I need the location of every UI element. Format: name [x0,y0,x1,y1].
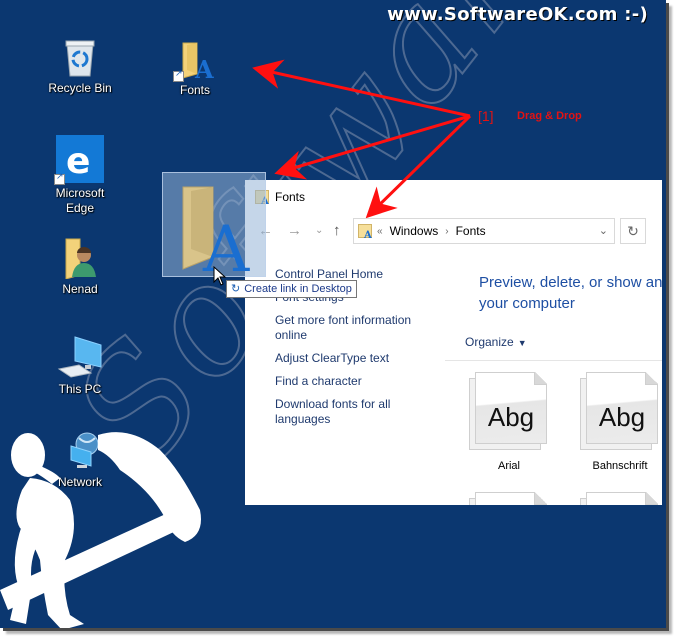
font-preview-icon: Abg [580,372,660,450]
page-headline-line2: your computer [479,295,575,312]
organize-menu-button[interactable]: Organize ▼ [465,335,527,349]
shortcut-arrow-icon [173,69,184,82]
drag-tooltip: ↻ Create link in Desktop [226,280,357,298]
font-preview-icon [580,492,660,505]
page-headline: Preview, delete, or show an [479,274,662,291]
fonts-folder-icon: A [182,186,250,287]
desktop-icon-label: Microsoft Edge [55,186,105,215]
breadcrumb-separator-icon[interactable]: › [445,226,448,237]
desktop: SoftwareOK.com www.SoftwareOK.com :-) Re… [0,0,666,628]
desktop-icon-nenad[interactable]: Nenad [42,237,118,297]
link-icon: ↻ [231,283,241,295]
font-item-partial[interactable] [574,492,662,505]
organize-label: Organize [465,335,514,349]
font-name: Bahnschrift [592,460,648,472]
svg-text:A: A [194,55,214,80]
mascot-hammer-illustration [0,432,201,628]
font-sample: Abg [487,402,535,432]
recent-locations-chevron-icon[interactable]: ⌄ [315,225,323,236]
svg-text:e: e [66,141,90,182]
computer-icon [57,336,102,378]
up-arrow-icon[interactable]: ↑ [333,222,341,239]
desktop-icon-recycle-bin[interactable]: Recycle Bin [42,38,118,96]
address-bar[interactable]: A « Windows › Fonts ⌄ [353,218,615,244]
user-folder-icon [65,238,96,279]
font-sample: Abg [598,402,646,432]
link-font-information-online[interactable]: Get more font information online [275,313,445,343]
fonts-explorer-window: A Fonts ← → ⌄ ↑ A « Windows › Fonts ⌄ ↻ [245,180,662,505]
breadcrumb-windows[interactable]: Windows [390,224,439,238]
desktop-icon-label: Fonts [179,83,210,97]
font-item-bahnschrift[interactable]: Abg Bahnschrift [574,372,662,472]
forward-arrow-icon[interactable]: → [287,222,302,239]
font-item-partial[interactable] [463,492,555,505]
address-dropdown-chevron-icon[interactable]: ⌄ [599,224,608,237]
refresh-icon: ↻ [627,223,639,239]
mouse-cursor-icon [213,266,227,286]
caret-down-icon: ▼ [517,338,527,348]
desktop-icon-label: Recycle Bin [48,81,112,95]
shortcut-arrow-icon [54,172,65,185]
annotation-marker: [1] [478,108,494,124]
font-preview-icon: Abg [469,372,549,450]
desktop-icon-label: This PC [58,382,102,396]
navigation-bar: ← → ⌄ ↑ A « Windows › Fonts ⌄ ↻ [245,218,662,244]
desktop-icon-fonts[interactable]: A Fonts [157,40,233,98]
toolbar-divider [445,360,662,361]
edge-icon: e [54,135,104,185]
desktop-icon-microsoft-edge[interactable]: e Microsoft Edge [42,135,118,216]
site-banner: www.SoftwareOK.com :-) [387,4,648,25]
tooltip-text: Create link in Desktop [244,283,352,295]
annotation-text: Drag & Drop [517,110,582,122]
font-item-arial[interactable]: Abg Arial [463,372,555,472]
link-adjust-cleartype[interactable]: Adjust ClearType text [275,351,445,366]
refresh-button[interactable]: ↻ [620,218,646,244]
arrow-to-drag-ghost [274,114,471,180]
breadcrumb-fonts[interactable]: Fonts [456,224,486,238]
window-title: Fonts [275,190,306,204]
fonts-folder-icon: A [358,224,372,238]
link-find-character[interactable]: Find a character [275,374,445,389]
drag-ghost-fonts-folder[interactable]: A [162,172,266,287]
font-preview-icon [469,492,549,505]
arrow-to-desktop-shortcut [252,59,471,118]
font-name: Arial [497,460,520,472]
desktop-icon-label: Nenad [62,282,98,296]
fonts-folder-icon: A [173,40,215,84]
desktop-icon-this-pc[interactable]: This PC [42,335,118,397]
recycle-bin-icon [65,40,95,77]
link-download-fonts[interactable]: Download fonts for all languages [275,397,445,427]
overflow-chevron-icon[interactable]: « [377,226,383,237]
content-pane: Preview, delete, or show an your compute… [445,272,662,361]
svg-text:A: A [363,230,372,238]
